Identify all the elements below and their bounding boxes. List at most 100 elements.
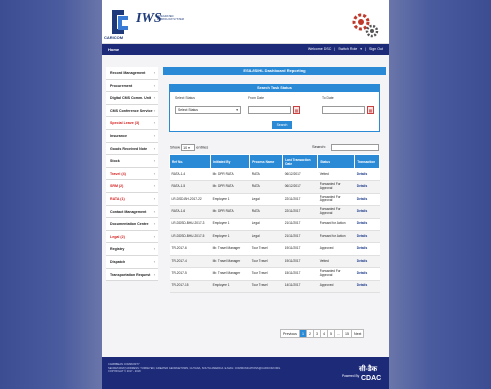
sidebar-item[interactable]: Procurement › <box>106 79 158 93</box>
chevron-right-icon: › <box>153 209 155 214</box>
calendar-icon[interactable]: ▦ <box>367 106 374 114</box>
table-cell: Employee 1 <box>210 193 250 207</box>
details-link[interactable]: Details <box>354 242 380 256</box>
sidebar-item[interactable]: Special Leave (3) › <box>106 117 158 130</box>
sidebar-item[interactable]: Legal (2) › <box>106 230 158 244</box>
table-cell: Legal <box>249 193 283 207</box>
table-cell: TR-2017-4 <box>169 255 211 269</box>
entries-length-control: Show 10 ▾ entries <box>170 144 208 151</box>
table-cell: 21/11/2017 <box>282 230 318 244</box>
sidebar-item-label: Dispatch <box>110 259 126 264</box>
previous-page-button[interactable]: Previous <box>280 329 300 338</box>
details-link[interactable]: Details <box>354 218 380 231</box>
table-row: LR-DDSD-BHU-2017-5 Employee 1 Legal 21/11/2… <box>169 230 380 244</box>
switch-role-link[interactable]: Switch Role <box>338 47 357 51</box>
sidebar-item[interactable]: Record Management › <box>106 67 158 80</box>
table-cell: RATA <box>249 205 283 219</box>
column-header[interactable]: Initiated By <box>210 154 251 169</box>
status-select[interactable]: Select Status ▾ <box>175 106 241 114</box>
calendar-icon[interactable]: ▦ <box>293 106 300 114</box>
header: CARICOM IWS INTEGRATED WORKFLOW SYSTEM <box>102 0 389 44</box>
column-header[interactable]: Status <box>317 154 356 169</box>
entries-select[interactable]: 10 ▾ <box>181 144 196 151</box>
table-cell: 14/11/2017 <box>282 280 318 293</box>
from-date-input[interactable] <box>248 106 291 114</box>
table-cell: Vetted <box>317 168 355 182</box>
details-link[interactable]: Details <box>354 168 380 182</box>
table-cell: Tour Travel <box>249 280 283 293</box>
chevron-right-icon: › <box>153 83 155 88</box>
entries-label: entries <box>196 144 209 150</box>
sidebar-item-label: CMS Conference Service <box>110 108 153 113</box>
sidebar-item[interactable]: Goods Received Note › <box>106 142 158 156</box>
chevron-right-icon: › <box>153 247 155 252</box>
column-header[interactable]: Last Transaction Date <box>282 154 319 169</box>
chevron-right-icon: › <box>153 96 155 101</box>
sidebar-item[interactable]: Travel (4) › <box>106 167 158 181</box>
to-date-label: To Date <box>322 96 334 100</box>
sidebar-item-label: SRM (2) <box>110 184 124 189</box>
sidebar-item-label: Documentation Centre <box>110 222 149 227</box>
search-button[interactable]: Search <box>272 121 292 129</box>
column-header[interactable]: Ref No. <box>168 154 212 169</box>
table-cell: Forwarded For Approval <box>317 180 355 194</box>
sidebar-item[interactable]: Stock › <box>106 155 158 168</box>
cdac-logo: CDAC <box>361 375 382 382</box>
sidebar-item[interactable]: Documentation Centre › <box>106 218 158 231</box>
background-right <box>389 0 491 389</box>
details-link[interactable]: Details <box>354 193 380 207</box>
table-header-row: Ref No. Initiated By Process Name Last Tran… <box>168 154 380 169</box>
sidebar-item[interactable]: RATA (1) › <box>106 192 158 206</box>
table-cell: Forwarded For Approval <box>317 193 355 207</box>
chevron-right-icon: › <box>153 196 155 201</box>
sidebar-item-label: Digital CMS Comm. Unit <box>110 96 152 101</box>
table-cell: 21/11/2017 <box>282 218 318 231</box>
sidebar-item[interactable]: Insurance › <box>106 129 158 143</box>
sidebar-item[interactable]: SRM (2) › <box>106 180 158 193</box>
page-title: ESIL/ISIHL Dashboard Reporting <box>163 67 386 75</box>
chevron-right-icon: › <box>153 121 155 126</box>
table-cell: Vetted <box>317 255 355 269</box>
sidebar-item[interactable]: Dispatch › <box>106 255 158 269</box>
column-header[interactable]: Transaction <box>354 154 380 169</box>
chevron-right-icon: › <box>153 133 155 138</box>
chevron-right-icon: › <box>153 146 155 151</box>
details-link[interactable]: Details <box>354 205 380 219</box>
table-row: TR-2017-5 Mr. Travel Manager Tour Travel 15… <box>169 267 380 281</box>
sign-out-link[interactable]: Sign Out <box>369 47 383 51</box>
table-cell: TR-2017-5 <box>169 267 211 281</box>
table-cell: 22/11/2017 <box>282 193 318 207</box>
sidebar-item[interactable]: Transportation Request › <box>106 268 158 282</box>
sidebar-item-label: Stock <box>110 159 120 164</box>
table-cell: Tour Travel <box>249 267 283 281</box>
sidebar-item[interactable]: Contact Management › <box>106 205 158 219</box>
table-search-label: Search: <box>312 144 326 149</box>
sidebar-item[interactable]: Registry › <box>106 243 158 256</box>
sidebar-item-label: Procurement <box>110 83 133 88</box>
sidebar-item[interactable]: CMS Conference Service › <box>106 104 158 118</box>
table-cell: LR-DDSD-BHU-2017-5 <box>169 230 211 244</box>
details-link[interactable]: Details <box>354 267 380 281</box>
details-link[interactable]: Details <box>354 230 380 244</box>
table-cell: 19/11/2017 <box>282 255 318 269</box>
column-header[interactable]: Process Name <box>249 154 284 169</box>
details-link[interactable]: Details <box>354 180 380 194</box>
table-cell: Forwarded For Approval <box>317 205 355 219</box>
table-cell: Mr. DPR RATA <box>210 205 250 219</box>
details-link[interactable]: Details <box>354 280 380 293</box>
table-row: RATA-1-6 Mr. DPR RATA RATA 22/11/2017 Forwar… <box>169 205 380 219</box>
table-search-input[interactable] <box>331 144 379 151</box>
chevron-right-icon: › <box>153 184 155 189</box>
to-date-input[interactable] <box>322 106 365 114</box>
nav-home-link[interactable]: Home <box>108 47 119 52</box>
nav-user-menu: Welcome DSC | Switch Role ▾ | Sign Out <box>306 47 383 51</box>
powered-by-label: Powered By <box>342 374 360 378</box>
details-link[interactable]: Details <box>354 255 380 269</box>
caricom-logo-text: CARICOM <box>104 35 124 40</box>
table-cell: Mr. DPR RATA <box>210 168 250 182</box>
next-page-button[interactable]: Next <box>350 329 365 338</box>
table-row: RATA-1-5 Mr. DPR RATA RATA 06/12/2017 Forwar… <box>169 180 380 194</box>
table-cell: 15/11/2017 <box>282 267 318 281</box>
sidebar-item[interactable]: Digital CMS Comm. Unit › <box>106 92 158 105</box>
table-cell: Forward for Action <box>317 230 355 244</box>
